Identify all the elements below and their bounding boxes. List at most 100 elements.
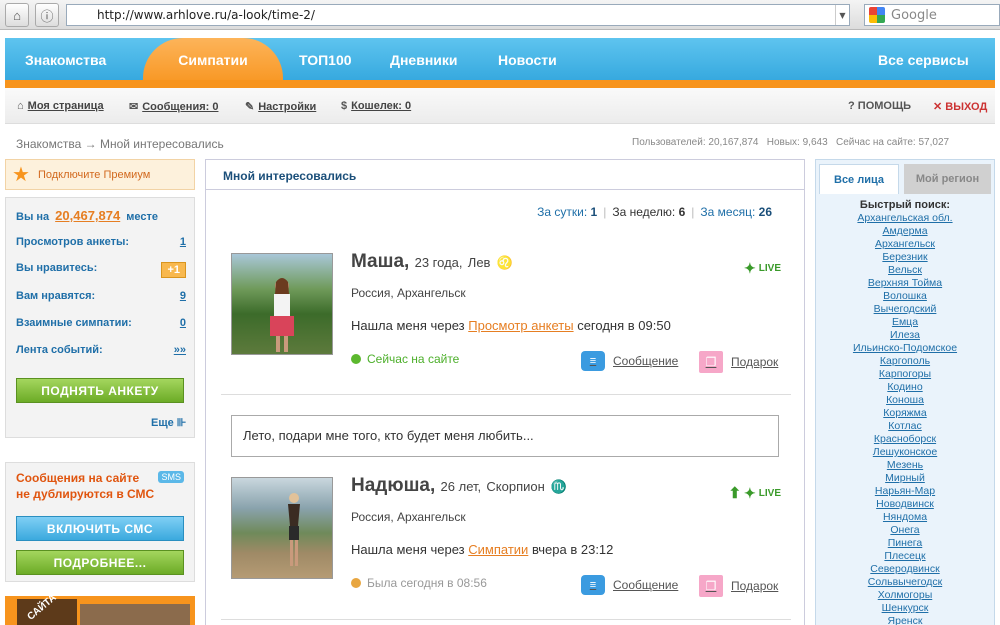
- city-link[interactable]: Шенкурск: [816, 602, 994, 615]
- tab-my-region[interactable]: Мой регион: [904, 164, 991, 194]
- wallet-link[interactable]: $ Кошелек: 0: [341, 100, 411, 112]
- city-link[interactable]: Красноборск: [816, 433, 994, 446]
- city-link[interactable]: Северодвинск: [816, 563, 994, 576]
- stat-value[interactable]: 9: [180, 290, 186, 302]
- found-pre: Нашла меня через: [351, 318, 465, 333]
- city-link[interactable]: Сольвычегодск: [816, 576, 994, 589]
- promo-banner[interactable]: САЙТА: [5, 596, 195, 625]
- more-link[interactable]: Еще ⊪: [151, 416, 186, 429]
- city-link[interactable]: Мирный: [816, 472, 994, 485]
- plus-one-badge[interactable]: +1: [161, 262, 186, 278]
- gift-button[interactable]: ❒ Подарок: [699, 351, 778, 373]
- status-quote: Лето, подари мне того, кто будет меня лю…: [231, 415, 779, 457]
- stat-label: Вам нравятся:: [16, 290, 96, 302]
- city-link[interactable]: Коряжма: [816, 407, 994, 420]
- breadcrumb-root[interactable]: Знакомства: [16, 137, 81, 151]
- found-link[interactable]: Просмотр анкеты: [468, 318, 573, 333]
- period-week[interactable]: За неделю: 6: [612, 205, 685, 219]
- city-link[interactable]: Яренск: [816, 615, 994, 625]
- city-link[interactable]: Лешуконское: [816, 446, 994, 459]
- city-link[interactable]: Березник: [816, 251, 994, 264]
- city-link[interactable]: Вельск: [816, 264, 994, 277]
- city-link[interactable]: Мезень: [816, 459, 994, 472]
- search-input[interactable]: Google: [864, 4, 1000, 26]
- nav-item-top100[interactable]: ТОП100: [299, 52, 352, 68]
- breadcrumb-arrow: →: [84, 137, 97, 151]
- sms-notice: Сообщения на сайте не дублируются в СМС: [16, 470, 154, 502]
- profile-location: Россия, Архангельск: [351, 286, 466, 300]
- period-day[interactable]: За сутки: 1: [537, 205, 597, 219]
- enable-sms-button[interactable]: ВКЛЮЧИТЬ СМС: [16, 516, 184, 541]
- site-info-icon[interactable]: ⓘ: [35, 3, 59, 27]
- city-link[interactable]: Ильинско-Подомское: [816, 342, 994, 355]
- nav-item-news[interactable]: Новости: [498, 52, 557, 68]
- city-link[interactable]: Холмогоры: [816, 589, 994, 602]
- raise-profile-button[interactable]: ПОДНЯТЬ АНКЕТУ: [16, 378, 184, 403]
- city-link[interactable]: Онега: [816, 524, 994, 537]
- city-link[interactable]: Плесецк: [816, 550, 994, 563]
- stat-value[interactable]: 0: [180, 317, 186, 329]
- messages-link[interactable]: ✉ Сообщения: 0: [129, 100, 218, 114]
- url-dropdown-icon[interactable]: ▼: [835, 5, 849, 25]
- found-link[interactable]: Симпатии: [468, 542, 528, 557]
- city-link[interactable]: Пинега: [816, 537, 994, 550]
- city-link[interactable]: Карпогоры: [816, 368, 994, 381]
- rank-number[interactable]: 20,467,874: [55, 208, 120, 223]
- stat-value[interactable]: 1: [180, 236, 186, 248]
- nav-item-diaries[interactable]: Дневники: [390, 52, 458, 68]
- exit-link[interactable]: ✕ ВЫХОД: [933, 100, 987, 113]
- city-link[interactable]: Кодино: [816, 381, 994, 394]
- arrow-up-icon: ⬆: [728, 485, 742, 502]
- stat-value[interactable]: »»: [174, 344, 186, 356]
- home-icon[interactable]: ⌂: [5, 3, 29, 27]
- envelope-icon: ✉: [129, 101, 139, 113]
- status-text: Была сегодня в 08:56: [367, 576, 487, 590]
- city-link[interactable]: Новодвинск: [816, 498, 994, 511]
- premium-label: Подключите Премиум: [37, 168, 151, 181]
- city-link[interactable]: Вычегодский: [816, 303, 994, 316]
- message-button[interactable]: ≡ Сообщение: [581, 575, 678, 595]
- settings-link[interactable]: ✎ Настройки: [245, 100, 316, 114]
- stat-label: Взаимные симпатии:: [16, 317, 132, 329]
- message-label: Сообщение: [613, 354, 679, 368]
- city-link[interactable]: Коноша: [816, 394, 994, 407]
- avatar[interactable]: [231, 253, 333, 355]
- stat-row-feed: Лента событий: »»: [16, 344, 186, 356]
- city-link[interactable]: Емца: [816, 316, 994, 329]
- details-button[interactable]: ПОДРОБНЕЕ...: [16, 550, 184, 575]
- gift-label: Подарок: [731, 355, 779, 369]
- nav-item-all-services[interactable]: Все сервисы: [878, 52, 969, 68]
- help-link[interactable]: ? ПОМОЩЬ: [848, 100, 911, 112]
- user-subnav: ⌂ Моя страница ✉ Сообщения: 0 ✎ Настройки $…: [5, 88, 995, 124]
- city-link[interactable]: Илеза: [816, 329, 994, 342]
- exit-label: ВЫХОД: [945, 101, 988, 113]
- city-link[interactable]: Няндома: [816, 511, 994, 524]
- city-link[interactable]: Архангельская обл.: [816, 212, 994, 225]
- profile-name[interactable]: Маша, 23 года, Лев ♌: [351, 251, 513, 273]
- live-badge: ⬆ ✦ LIVE: [728, 484, 781, 503]
- period-month[interactable]: За месяц: 26: [700, 205, 772, 219]
- sign-text: Скорпион: [486, 479, 545, 494]
- online-status: Сейчас на сайте: [351, 352, 459, 366]
- sign-text: Лев: [467, 255, 491, 270]
- profile-name[interactable]: Надюша, 26 лет, Скорпион ♏: [351, 475, 567, 497]
- city-link[interactable]: Архангельск: [816, 238, 994, 251]
- premium-banner[interactable]: ★ Подключите Премиум: [5, 159, 195, 190]
- address-bar[interactable]: http://www.arhlove.ru/a-look/time-2/ ▼: [66, 4, 850, 26]
- message-label: Сообщение: [613, 578, 679, 592]
- city-link[interactable]: Волошка: [816, 290, 994, 303]
- nav-item-dating[interactable]: Знакомства: [25, 52, 106, 68]
- avatar[interactable]: [231, 477, 333, 579]
- city-link[interactable]: Котлас: [816, 420, 994, 433]
- city-link[interactable]: Нарьян-Мар: [816, 485, 994, 498]
- stat-row-mutual: Взаимные симпатии: 0: [16, 317, 186, 329]
- tab-all-faces[interactable]: Все лица: [819, 164, 899, 194]
- gift-icon: ❒: [699, 351, 723, 373]
- my-page-link[interactable]: ⌂ Моя страница: [17, 100, 104, 112]
- city-link[interactable]: Амдерма: [816, 225, 994, 238]
- profile-stats-panel: Вы на 20,467,874 месте Просмотров анкеты…: [5, 197, 195, 438]
- gift-button[interactable]: ❒ Подарок: [699, 575, 778, 597]
- city-link[interactable]: Верхняя Тойма: [816, 277, 994, 290]
- city-link[interactable]: Каргополь: [816, 355, 994, 368]
- message-button[interactable]: ≡ Сообщение: [581, 351, 678, 371]
